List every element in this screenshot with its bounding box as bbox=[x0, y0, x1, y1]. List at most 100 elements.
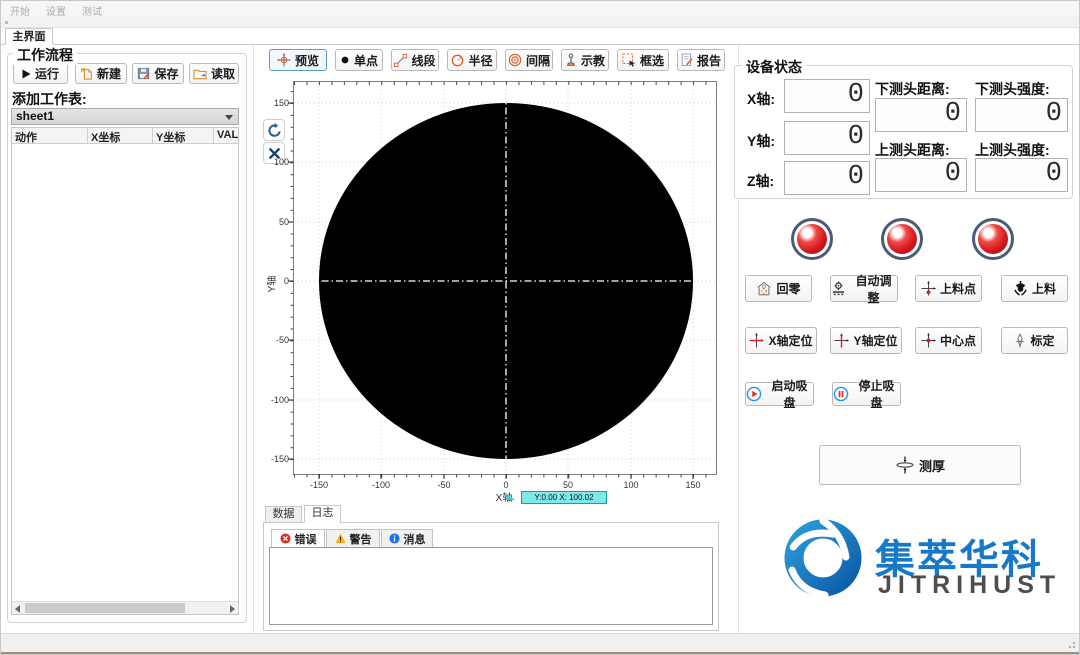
upper-probe-strength-label: 上测头强度: bbox=[975, 140, 1050, 160]
x-tick-label: -50 bbox=[437, 480, 450, 490]
y-tick-label: 100 bbox=[274, 157, 289, 167]
teach-probe-icon bbox=[565, 53, 577, 67]
preview-button[interactable]: 预览 bbox=[269, 49, 327, 71]
start-suction-button[interactable]: 启动吸盘 bbox=[745, 382, 814, 406]
workflow-title: 工作流程 bbox=[13, 45, 77, 65]
calibrate-button[interactable]: 标定 bbox=[1001, 327, 1068, 354]
lower-probe-distance-label: 下测头距离: bbox=[875, 79, 950, 99]
logo-icon bbox=[783, 517, 863, 599]
measurement-plot[interactable]: -150 -100 -50 0 50 100 150 150 100 50 0 … bbox=[267, 81, 719, 505]
run-button[interactable]: 运行 bbox=[13, 63, 68, 84]
segment-icon bbox=[394, 54, 407, 67]
resize-grip[interactable] bbox=[1066, 639, 1076, 649]
pause-circle-icon bbox=[833, 386, 849, 402]
calibrate-icon bbox=[1014, 333, 1026, 348]
save-disk-icon bbox=[137, 67, 150, 80]
column-header-y[interactable]: Y坐标 bbox=[153, 128, 214, 143]
feed-point-button[interactable]: 上料点 bbox=[915, 275, 982, 302]
segment-button[interactable]: 线段 bbox=[391, 49, 439, 71]
lower-probe-strength-label: 下测头强度: bbox=[975, 79, 1050, 99]
preview-crosshair-icon bbox=[277, 53, 291, 67]
z-axis-lcd: 0 bbox=[784, 161, 870, 195]
add-sheet-label: 添加工作表: bbox=[12, 89, 87, 109]
scroll-left-arrow[interactable] bbox=[15, 605, 20, 613]
save-button[interactable]: 保存 bbox=[132, 63, 184, 84]
x-tick-label: 50 bbox=[563, 480, 573, 490]
home-button[interactable]: 回零 bbox=[745, 275, 812, 302]
column-header-val[interactable]: VAL bbox=[214, 128, 238, 143]
table-hscrollbar[interactable] bbox=[12, 601, 238, 614]
home-icon bbox=[756, 281, 772, 296]
toolstrip bbox=[1, 17, 1079, 28]
gear-icon bbox=[831, 281, 846, 296]
menu-item-test[interactable]: 测试 bbox=[82, 3, 102, 15]
scroll-right-arrow[interactable] bbox=[230, 605, 235, 613]
toolstrip-grip[interactable] bbox=[5, 21, 8, 24]
y-axis-lcd: 0 bbox=[784, 121, 870, 155]
status-led-1 bbox=[791, 218, 833, 260]
y-tick-label: 150 bbox=[274, 98, 289, 108]
feed-button[interactable]: 上料 bbox=[1001, 275, 1068, 302]
workflow-table[interactable]: 动作 X坐标 Y坐标 VAL bbox=[11, 127, 239, 615]
report-button[interactable]: 报告 bbox=[677, 49, 725, 71]
auto-adjust-button[interactable]: 自动调整 bbox=[830, 275, 898, 302]
upper-probe-distance-lcd: 0 bbox=[875, 158, 967, 192]
log-textarea[interactable] bbox=[269, 547, 713, 625]
x-tick-label: 150 bbox=[685, 480, 700, 490]
stop-suction-button[interactable]: 停止吸盘 bbox=[832, 382, 901, 406]
y-tick-label: 0 bbox=[284, 276, 289, 286]
subtab-messages[interactable]: 消息 bbox=[381, 529, 433, 547]
x-position-crosshair-icon bbox=[749, 333, 764, 348]
radius-button[interactable]: 半径 bbox=[447, 49, 497, 71]
new-button[interactable]: 新建 bbox=[75, 63, 127, 84]
y-tick-label: -150 bbox=[271, 454, 289, 464]
statusbar bbox=[1, 633, 1079, 652]
coordinate-readout: Y:0.00 X: 100.02 bbox=[521, 491, 607, 504]
single-point-button[interactable]: 单点 bbox=[335, 49, 383, 71]
x-axis-status-label: X轴: bbox=[747, 89, 775, 109]
y-axis-status-label: Y轴: bbox=[747, 131, 775, 151]
x-position-button[interactable]: X轴定位 bbox=[745, 327, 817, 354]
scrollbar-thumb[interactable] bbox=[25, 603, 185, 613]
measure-thickness-button[interactable]: 测厚 bbox=[819, 445, 1021, 485]
y-axis-label: Y轴 bbox=[267, 276, 278, 293]
tab-log[interactable]: 日志 bbox=[304, 505, 341, 523]
logo-english-name: JITRIHUST bbox=[878, 571, 1061, 600]
gripper-icon bbox=[1013, 281, 1028, 296]
radius-circle-icon bbox=[451, 54, 464, 67]
chevron-down-icon bbox=[225, 115, 233, 120]
x-tick-label: -100 bbox=[372, 480, 390, 490]
new-file-icon bbox=[81, 67, 93, 80]
teach-button[interactable]: 示教 bbox=[561, 49, 609, 71]
center-point-crosshair-icon bbox=[921, 333, 936, 348]
lower-probe-strength-lcd: 0 bbox=[975, 98, 1068, 132]
error-icon bbox=[280, 533, 291, 544]
x-tick-label: 100 bbox=[623, 480, 638, 490]
y-tick-label: -100 bbox=[271, 395, 289, 405]
read-button[interactable]: 读取 bbox=[189, 63, 239, 84]
tab-main-interface[interactable]: 主界面 bbox=[5, 28, 53, 45]
interval-button[interactable]: 间隔 bbox=[505, 49, 553, 71]
y-position-button[interactable]: Y轴定位 bbox=[830, 327, 902, 354]
cursor-marker bbox=[506, 493, 515, 500]
sheet-select[interactable]: sheet1 bbox=[11, 108, 239, 125]
thickness-icon bbox=[895, 456, 915, 474]
tab-data[interactable]: 数据 bbox=[265, 506, 302, 523]
center-point-button[interactable]: 中心点 bbox=[915, 327, 982, 354]
main-tabbar: 主界面 bbox=[1, 28, 1079, 45]
box-select-button[interactable]: 框选 bbox=[617, 49, 669, 71]
column-header-x[interactable]: X坐标 bbox=[88, 128, 153, 143]
menu-item-start[interactable]: 开始 bbox=[10, 3, 30, 15]
column-header-action[interactable]: 动作 bbox=[12, 128, 88, 143]
subtab-warnings[interactable]: 警告 bbox=[326, 529, 380, 547]
subtab-errors[interactable]: 错误 bbox=[271, 529, 325, 547]
x-axis-lcd: 0 bbox=[784, 79, 870, 113]
left-splitter[interactable] bbox=[253, 45, 254, 633]
menu-item-settings[interactable]: 设置 bbox=[46, 3, 66, 15]
open-folder-icon bbox=[193, 68, 207, 80]
lower-probe-distance-lcd: 0 bbox=[875, 98, 967, 132]
upper-probe-distance-label: 上测头距离: bbox=[875, 140, 950, 160]
sheet-select-value: sheet1 bbox=[16, 109, 54, 123]
status-led-3 bbox=[972, 218, 1014, 260]
info-icon bbox=[389, 533, 400, 544]
